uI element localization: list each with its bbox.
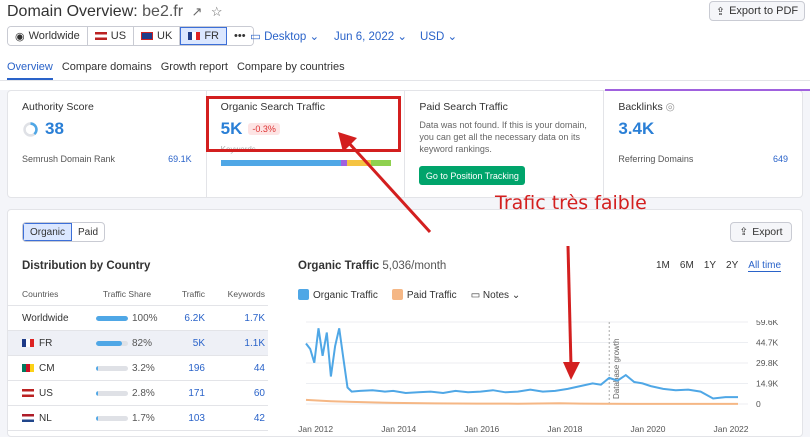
- annotation-arrows: [338, 132, 580, 380]
- annotation-arrow: [346, 140, 432, 234]
- arrowhead-icon: [563, 362, 580, 380]
- annotation-text: Trafic très faible: [495, 192, 647, 214]
- annotation-arrow: [566, 245, 573, 367]
